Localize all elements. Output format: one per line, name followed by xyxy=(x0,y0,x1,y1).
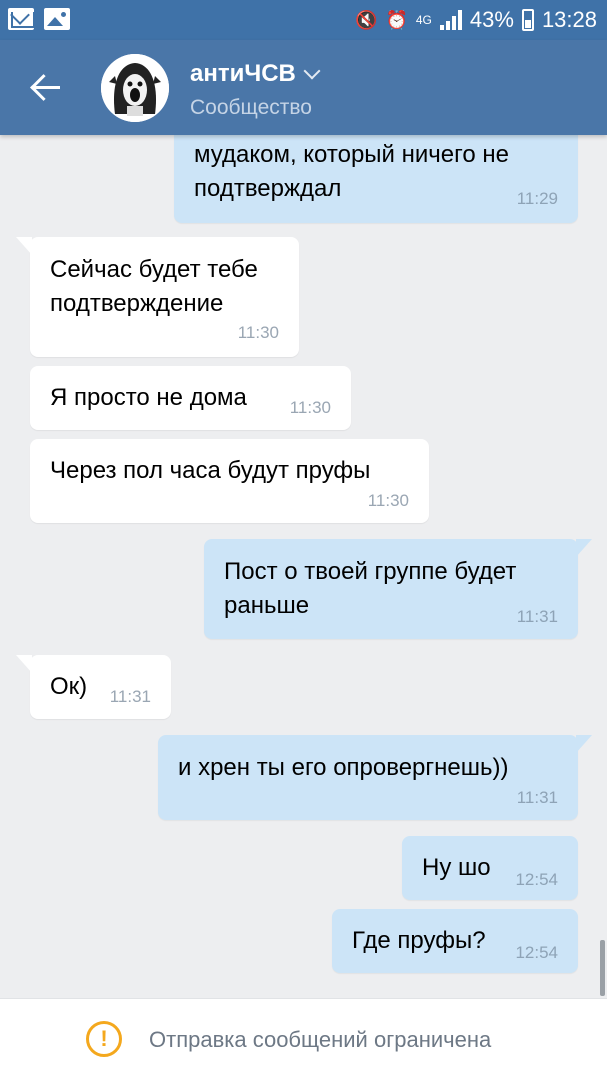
message-incoming[interactable]: Я просто не дома 11:30 xyxy=(30,366,351,430)
chat-title[interactable]: антиЧСВ xyxy=(190,60,296,88)
message-time: 11:30 xyxy=(237,323,279,342)
message-text-line: подтверждение xyxy=(50,290,224,317)
message-incoming[interactable]: Через пол часа будут пруфы 11:30 xyxy=(30,439,429,523)
message-outgoing[interactable]: Пост о твоей группе будет раньше 11:31 xyxy=(204,539,592,639)
message-text: Ок) xyxy=(50,673,88,700)
clock: 13:28 xyxy=(541,7,597,32)
message-outgoing[interactable]: и хрен ты его опровергнешь)) 11:31 xyxy=(158,735,592,820)
gallery-notification-icon xyxy=(44,8,70,30)
message-time: 11:29 xyxy=(516,189,558,208)
message-outgoing[interactable]: Ну шо 12:54 xyxy=(402,836,578,900)
warning-icon: ! xyxy=(86,1021,122,1057)
message-time: 11:31 xyxy=(109,687,151,706)
message-time: 11:31 xyxy=(516,788,558,807)
alarm-icon: ⏰ xyxy=(385,10,408,30)
avatar-cartoon-image xyxy=(101,54,169,122)
message-time: 12:54 xyxy=(515,870,558,889)
message-text-line: Пост о твоей группе будет xyxy=(224,558,517,585)
network-type: 4G xyxy=(415,13,432,27)
restriction-notice: Отправка сообщений ограничена xyxy=(149,1027,492,1052)
gmail-notification-icon xyxy=(8,8,35,30)
message-outgoing[interactable]: мудаком, который ничего не подтверждал 1… xyxy=(174,120,578,223)
message-text-line: мудаком, который ничего не xyxy=(194,141,509,168)
scrollbar[interactable] xyxy=(600,940,605,996)
message-time: 11:31 xyxy=(516,607,558,626)
signal-icon xyxy=(439,10,462,30)
message-text-line: Сейчас будет тебе xyxy=(50,256,258,283)
message-restricted-bar: ! Отправка сообщений ограничена xyxy=(0,998,607,1080)
message-incoming[interactable]: Сейчас будет тебе подтверждение 11:30 xyxy=(16,237,299,357)
chat-title-group[interactable]: антиЧСВ Сообщество xyxy=(190,60,321,120)
chat-subtitle: Сообщество xyxy=(190,96,312,119)
chat-header: антиЧСВ Сообщество xyxy=(0,40,607,135)
avatar[interactable] xyxy=(101,54,169,122)
message-text: Я просто не дома xyxy=(50,384,247,411)
message-text: Ну шо xyxy=(422,854,491,881)
message-text: Через пол часа будут пруфы xyxy=(50,457,371,484)
message-text-line: раньше xyxy=(224,592,310,619)
message-text: Где пруфы? xyxy=(352,927,486,954)
message-time: 11:30 xyxy=(367,491,409,510)
message-time: 12:54 xyxy=(515,943,558,962)
message-time: 11:30 xyxy=(289,398,331,417)
chevron-down-icon[interactable] xyxy=(303,62,321,80)
message-incoming[interactable]: Ок) 11:31 xyxy=(16,655,171,719)
battery-percent: 43% xyxy=(469,7,514,32)
battery-icon xyxy=(521,9,534,31)
status-bar: 🔇 ⏰ 4G 43% 13:28 xyxy=(0,0,607,40)
message-text: и хрен ты его опровергнешь)) xyxy=(178,754,509,781)
message-text-line: подтверждал xyxy=(194,175,342,202)
back-arrow-icon[interactable] xyxy=(28,70,68,106)
mute-icon: 🔇 xyxy=(355,10,378,30)
message-outgoing[interactable]: Где пруфы? 12:54 xyxy=(332,909,578,973)
